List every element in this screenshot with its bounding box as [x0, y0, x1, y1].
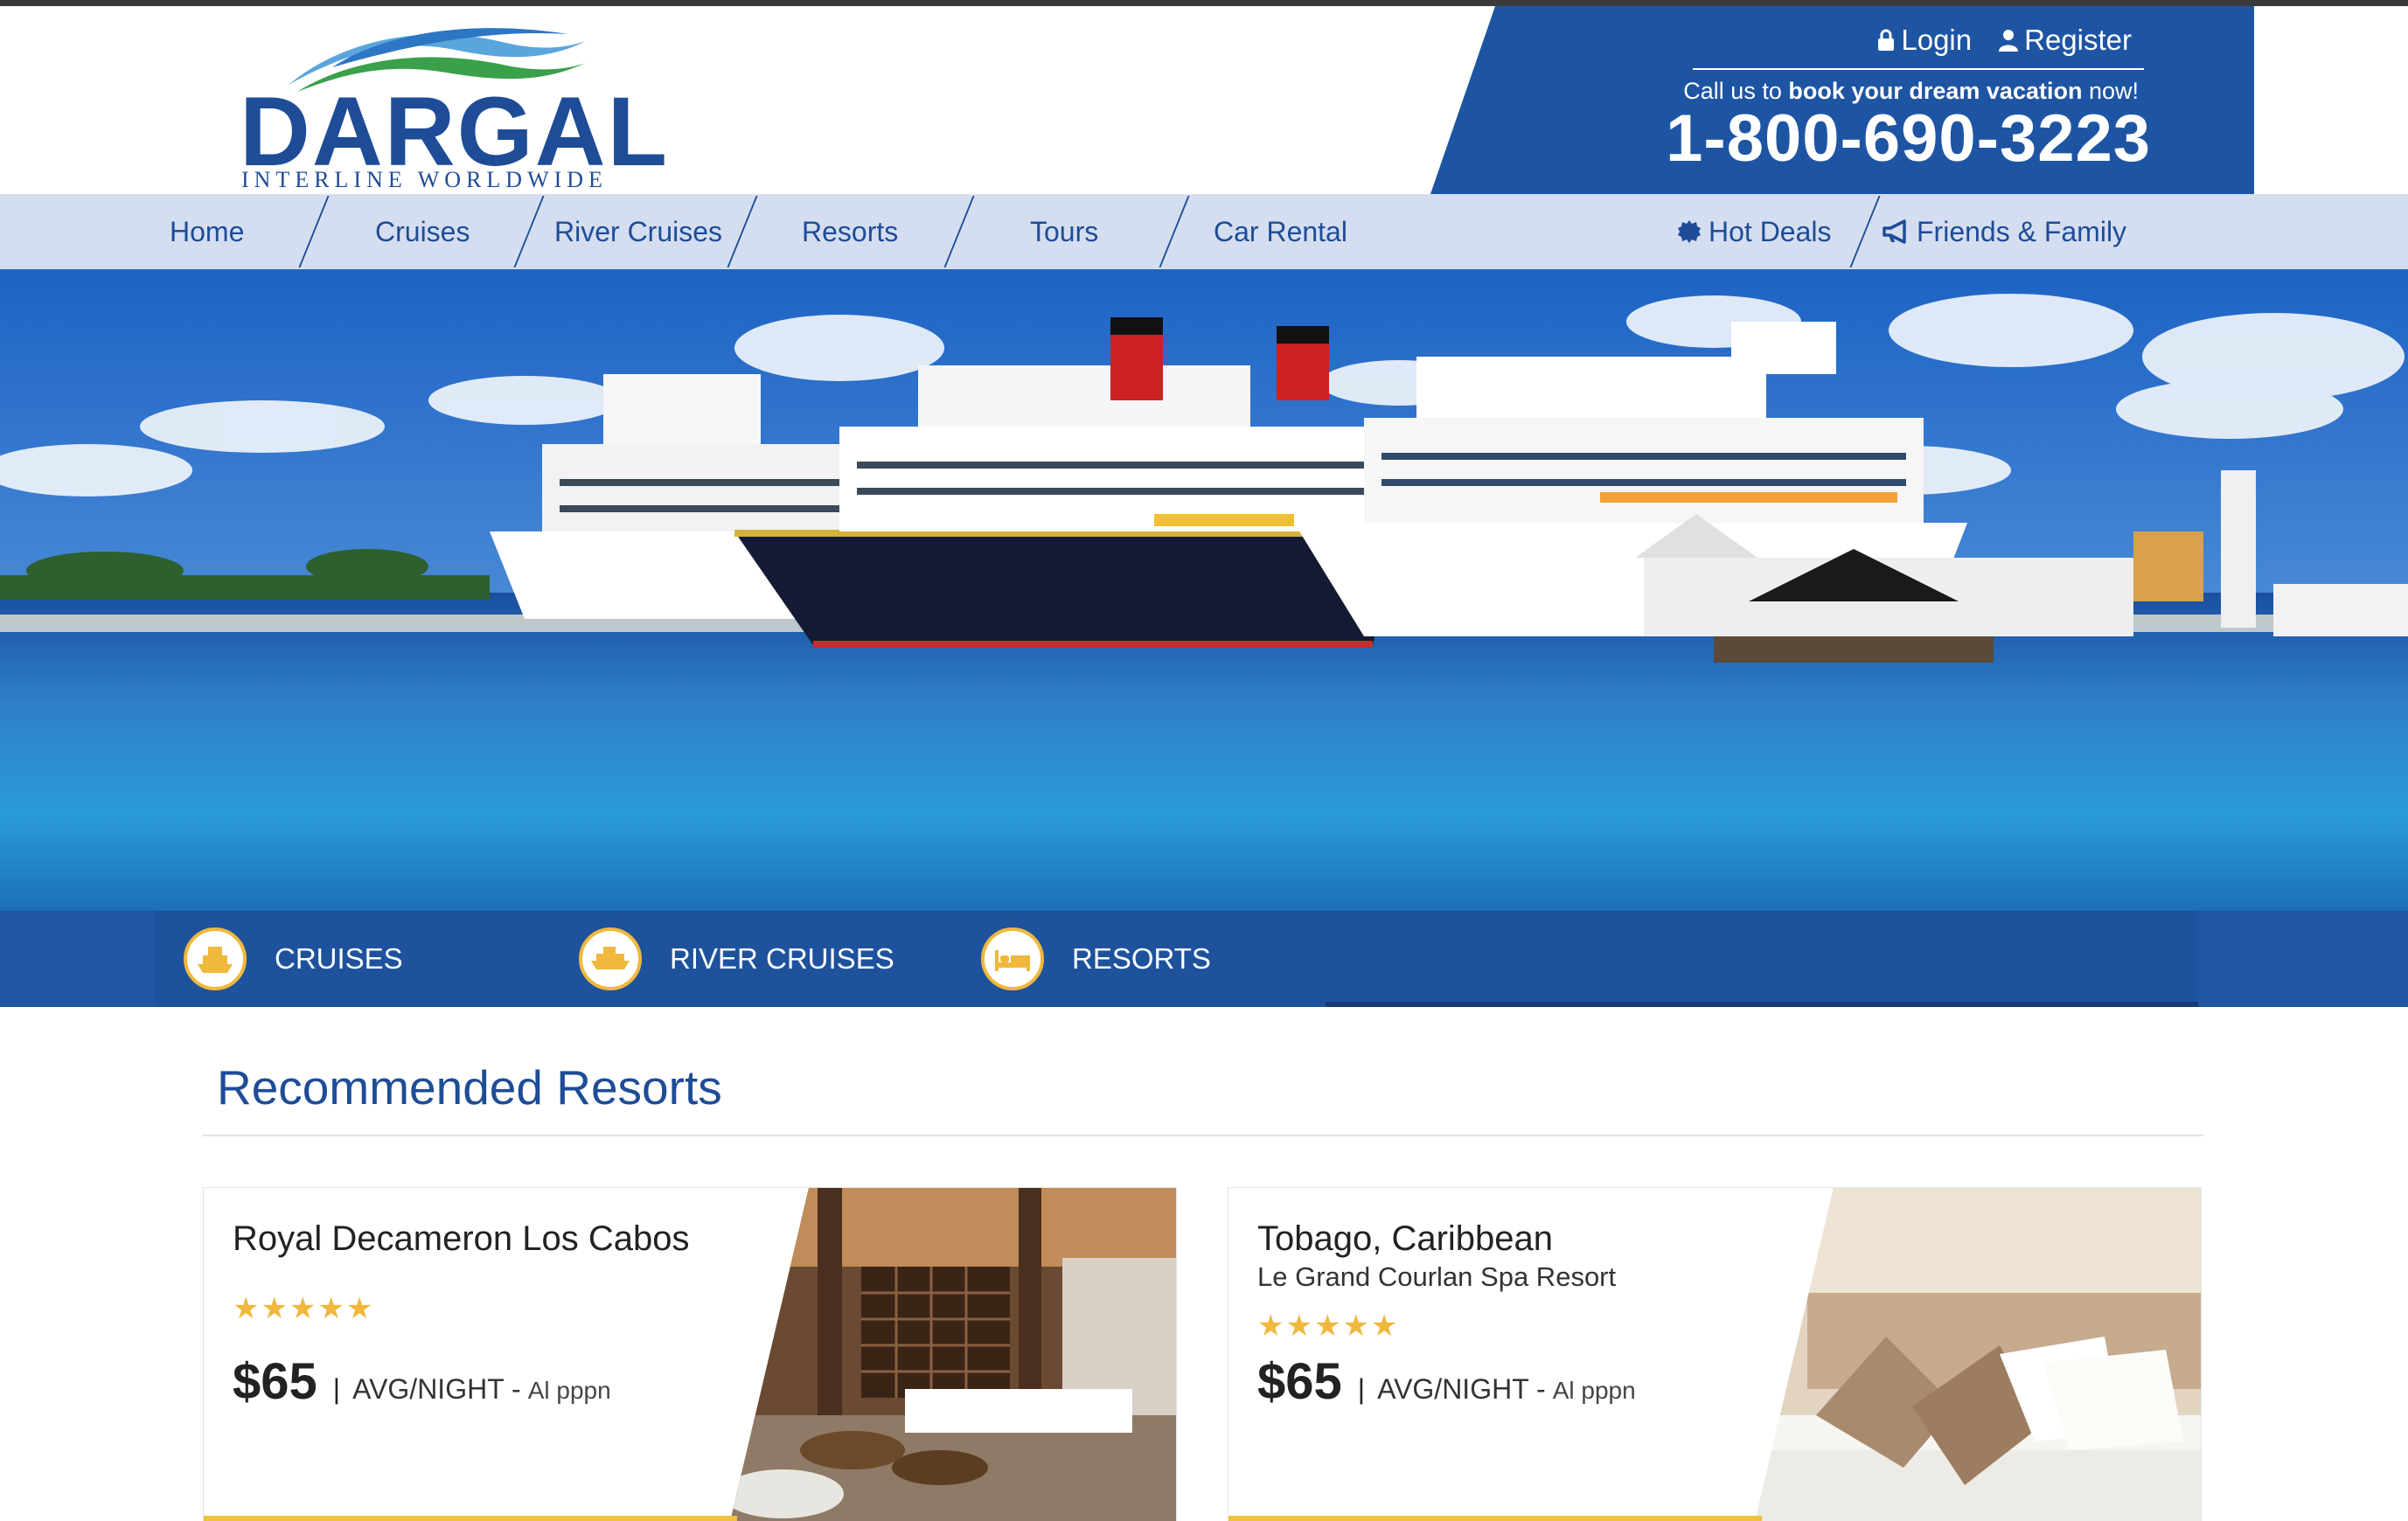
- category-bar: CRUISES RIVER CRUISES RESORTS: [0, 911, 2408, 1007]
- auth-links: Login Register: [1876, 24, 2132, 57]
- card-accent-bar: [1228, 1516, 1762, 1521]
- price-note: Al pppn: [527, 1377, 611, 1404]
- nav-separator: [943, 196, 975, 267]
- price-row: $65 | AVG/NIGHT - Al pppn: [233, 1353, 611, 1410]
- category-cruises-label: CRUISES: [275, 942, 403, 975]
- megaphone-icon: [1883, 219, 1906, 244]
- price: $65: [233, 1353, 317, 1410]
- lock-icon: [1878, 29, 1895, 51]
- nav-separator: [1159, 196, 1190, 267]
- bed-pillows-photo: [1755, 1188, 2201, 1521]
- nav-cruises[interactable]: Cruises: [375, 194, 470, 269]
- nav-hot-deals[interactable]: Hot Deals: [1677, 194, 1832, 269]
- river-boat-icon: [579, 927, 642, 990]
- resort-title: Royal Decameron Los Cabos: [233, 1219, 690, 1258]
- price-row: $65 | AVG/NIGHT - Al pppn: [1257, 1353, 1636, 1410]
- resort-title: Tobago, Caribbean: [1257, 1219, 1554, 1258]
- register-link[interactable]: Register: [1998, 24, 2132, 57]
- rating-stars: ★★★★★: [1257, 1309, 1400, 1343]
- friends-family-label: Friends & Family: [1917, 216, 2127, 247]
- nav-tours[interactable]: Tours: [1030, 194, 1098, 269]
- site-header: DARGAL INTERLINE WORLDWIDE Login Registe…: [0, 6, 2408, 194]
- category-bar-underline: [1326, 1002, 2198, 1007]
- category-river-cruises-label: RIVER CRUISES: [670, 942, 894, 975]
- section-title: Recommended Resorts: [217, 1060, 722, 1115]
- price-unit: AVG/NIGHT -: [352, 1373, 521, 1405]
- section-divider: [203, 1135, 2203, 1136]
- nav-separator: [727, 196, 758, 267]
- category-river-cruises[interactable]: RIVER CRUISES: [579, 911, 894, 1007]
- resort-subtitle: Le Grand Courlan Spa Resort: [1257, 1261, 1617, 1292]
- cruise-ship-icon: [184, 927, 247, 990]
- nav-separator: [1849, 196, 1881, 267]
- price-note: Al pppn: [1552, 1377, 1636, 1404]
- nav-river-cruises[interactable]: River Cruises: [554, 194, 722, 269]
- resort-image: [1755, 1188, 2201, 1521]
- resort-card[interactable]: Royal Decameron Los Cabos ★★★★★ $65 | AV…: [203, 1187, 1177, 1521]
- bed-icon: [981, 927, 1044, 990]
- dargal-logo[interactable]: DARGAL INTERLINE WORLDWIDE: [236, 15, 667, 194]
- user-icon: [1999, 30, 2019, 52]
- phone-number[interactable]: 1-800-690-3223: [1666, 106, 2151, 172]
- price-unit: AVG/NIGHT -: [1377, 1373, 1546, 1405]
- logo-subtitle: INTERLINE WORLDWIDE: [241, 167, 608, 192]
- call-box: Login Register Call us to book your drea…: [1430, 6, 2254, 194]
- nav-friends-family[interactable]: Friends & Family: [1882, 194, 2126, 269]
- resort-image: [730, 1188, 1176, 1521]
- nav-car-rental[interactable]: Car Rental: [1214, 194, 1347, 269]
- hero-banner: [0, 269, 2408, 911]
- category-cruises[interactable]: CRUISES: [184, 911, 403, 1007]
- register-label: Register: [2024, 24, 2132, 56]
- hero-cruise-ships-image: [0, 269, 2408, 911]
- hot-deals-label: Hot Deals: [1709, 216, 1832, 247]
- login-label: Login: [1901, 24, 1973, 56]
- callbox-divider: [1693, 68, 2144, 70]
- card-accent-bar: [204, 1516, 737, 1521]
- resort-card[interactable]: Tobago, Caribbean Le Grand Courlan Spa R…: [1228, 1187, 2202, 1521]
- category-resorts[interactable]: RESORTS: [981, 911, 1211, 1007]
- badge-icon: [1678, 220, 1701, 243]
- cabana-photo: [730, 1188, 1176, 1521]
- top-border: [0, 0, 2408, 6]
- login-link[interactable]: Login: [1876, 24, 1972, 57]
- rating-stars: ★★★★★: [233, 1292, 375, 1325]
- price: $65: [1257, 1353, 1342, 1410]
- nav-resorts[interactable]: Resorts: [802, 194, 898, 269]
- nav-separator: [298, 196, 330, 267]
- main-nav: Home Cruises River Cruises Resorts Tours…: [0, 194, 2408, 269]
- category-resorts-label: RESORTS: [1072, 942, 1211, 975]
- nav-home[interactable]: Home: [170, 194, 244, 269]
- nav-separator: [513, 196, 545, 267]
